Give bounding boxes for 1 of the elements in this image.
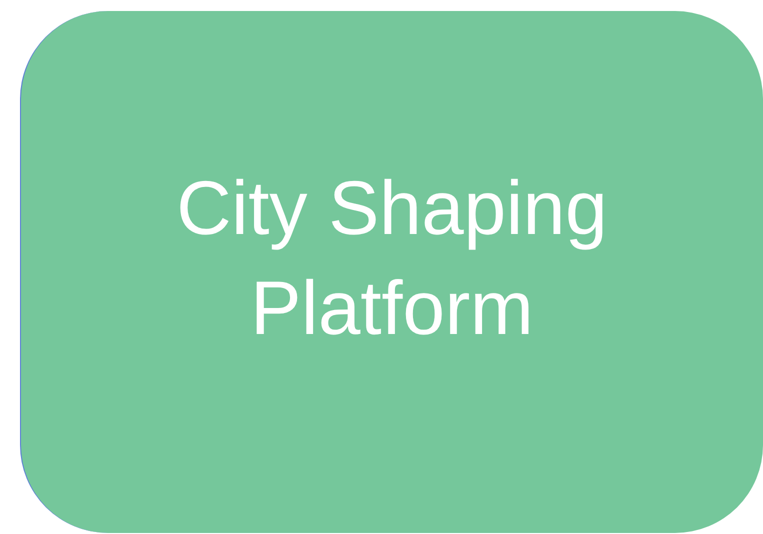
shape-label: City Shaping Platform	[176, 165, 608, 353]
